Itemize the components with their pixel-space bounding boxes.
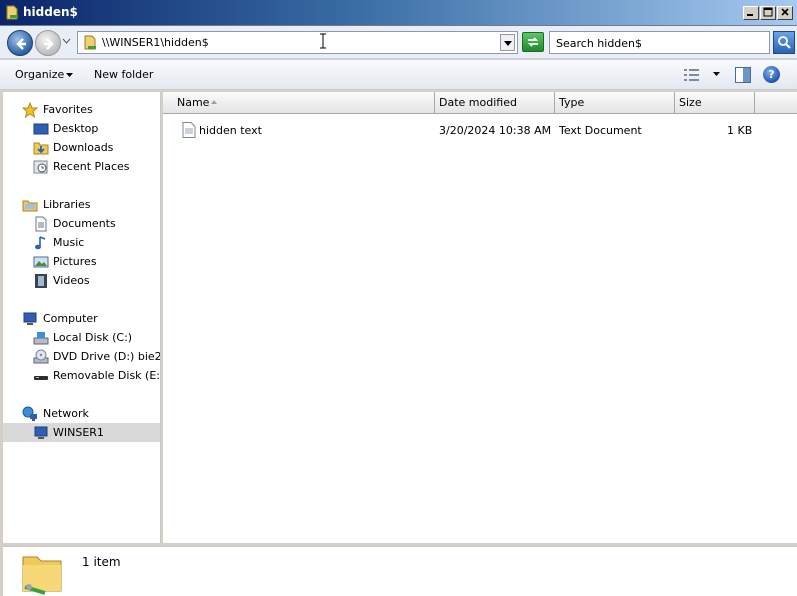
pictures-icon (33, 256, 49, 268)
chevron-down-icon[interactable] (713, 72, 720, 76)
network-folder-icon (22, 556, 62, 595)
item-count: 1 item (82, 555, 121, 569)
nav-local-disk[interactable]: Local Disk (C:) (3, 328, 160, 347)
nav-downloads[interactable]: Downloads (3, 138, 160, 157)
minimize-icon (747, 14, 753, 16)
refresh-icon (527, 37, 539, 47)
nav-pictures[interactable]: Pictures (3, 252, 160, 271)
nav-dvd-drive[interactable]: DVD Drive (D:) bie2k8r (3, 347, 160, 366)
command-bar: Organize New folder ? (0, 60, 797, 90)
network-folder-icon (6, 5, 18, 20)
navigation-pane: Favorites Desktop Downloads Recent Place… (3, 92, 161, 543)
dvd-drive-icon (33, 349, 49, 364)
preview-pane-icon[interactable] (735, 67, 751, 83)
hard-disk-icon (33, 332, 49, 345)
change-view-icon[interactable] (684, 68, 700, 82)
title-bar: hidden$ (0, 0, 797, 26)
column-header-filler (755, 92, 797, 114)
file-size: 1 KB (727, 124, 753, 137)
nav-videos[interactable]: Videos (3, 271, 160, 290)
nav-music[interactable]: Music (3, 233, 160, 252)
recent-pages-dropdown-icon[interactable] (62, 38, 71, 44)
chevron-down-icon[interactable] (66, 73, 73, 77)
nav-documents[interactable]: Documents (3, 214, 160, 233)
nav-removable-disk[interactable]: Removable Disk (E:) (3, 366, 160, 385)
network-folder-icon (84, 35, 96, 50)
nav-desktop[interactable]: Desktop (3, 119, 160, 138)
back-arrow-icon (16, 38, 26, 50)
forward-arrow-icon (44, 38, 54, 50)
nav-recent-places[interactable]: Recent Places (3, 157, 160, 176)
documents-icon (35, 216, 47, 232)
nav-winser1[interactable]: WINSER1 (3, 423, 160, 442)
address-row: \\WINSER1\hidden$ (0, 26, 797, 59)
nav-computer[interactable]: Computer (3, 309, 160, 328)
nav-libraries[interactable]: Libraries (3, 195, 160, 214)
downloads-folder-icon (33, 142, 49, 155)
address-bar[interactable]: \\WINSER1\hidden$ (77, 31, 518, 54)
star-icon (22, 102, 38, 118)
maximize-icon (763, 7, 773, 17)
window-title: hidden$ (23, 5, 78, 19)
close-button[interactable] (777, 6, 793, 20)
table-row[interactable]: hidden text 3/20/2024 10:38 AM Text Docu… (163, 121, 797, 141)
computer-icon (23, 312, 37, 325)
removable-disk-icon (34, 376, 48, 380)
back-button[interactable] (7, 30, 33, 56)
details-pane: 1 item (3, 546, 797, 596)
maximize-button[interactable] (760, 6, 776, 20)
search-icon (778, 36, 791, 49)
refresh-button[interactable] (522, 32, 544, 52)
text-file-icon (182, 122, 196, 138)
help-icon[interactable]: ? (763, 66, 780, 83)
network-computer-icon (34, 426, 48, 439)
recent-places-icon (33, 160, 48, 174)
address-dropdown-button[interactable] (500, 34, 515, 51)
column-header-date[interactable]: Date modified (435, 92, 555, 114)
minimize-button[interactable] (743, 6, 759, 20)
address-path: \\WINSER1\hidden$ (102, 36, 209, 49)
sort-ascending-icon (211, 100, 217, 104)
new-folder-button[interactable]: New folder (94, 68, 153, 81)
search-button[interactable] (773, 31, 795, 54)
file-list: Name Date modified Type Size hidden text… (163, 92, 797, 543)
nav-network[interactable]: Network (3, 404, 160, 423)
forward-button[interactable] (35, 30, 61, 56)
libraries-icon (22, 200, 38, 212)
close-icon (781, 8, 789, 16)
column-header-type[interactable]: Type (555, 92, 675, 114)
search-input[interactable] (556, 35, 761, 51)
organize-button[interactable]: Organize (15, 68, 64, 81)
file-type: Text Document (559, 124, 642, 137)
network-icon (22, 406, 37, 421)
column-header-size[interactable]: Size (675, 92, 755, 114)
column-header-name[interactable]: Name (163, 92, 435, 114)
nav-favorites[interactable]: Favorites (3, 100, 160, 119)
desktop-icon (33, 123, 49, 135)
file-name: hidden text (199, 124, 262, 137)
file-date: 3/20/2024 10:38 AM (439, 124, 552, 137)
text-cursor-icon (320, 33, 326, 49)
videos-icon (35, 274, 47, 288)
music-icon (35, 236, 46, 250)
search-box[interactable] (549, 31, 770, 54)
chevron-down-icon (504, 41, 512, 46)
